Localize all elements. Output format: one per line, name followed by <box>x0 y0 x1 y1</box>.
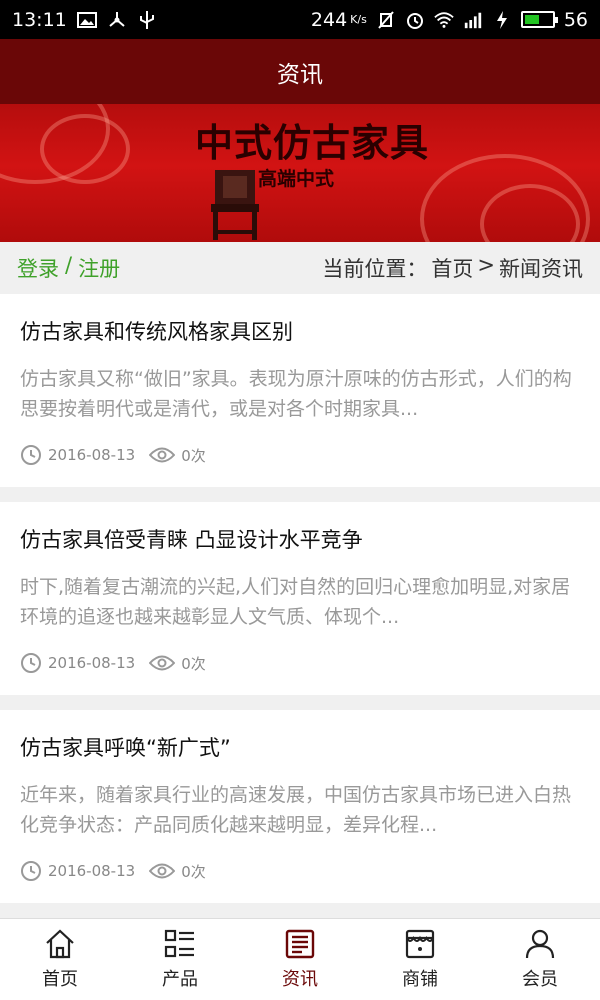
banner-image[interactable]: 中式仿古家具 高端中式 <box>0 104 600 242</box>
breadcrumb-separator: > <box>477 253 495 277</box>
clock-icon <box>21 861 41 881</box>
usb-icon <box>137 10 157 30</box>
page-title: 资讯 <box>277 61 323 88</box>
breadcrumb-prefix: 当前位置： <box>322 257 428 281</box>
login-link[interactable]: 登录 <box>17 253 59 283</box>
vibrate-off-icon <box>376 10 396 30</box>
clock-icon <box>21 653 41 673</box>
chair-icon <box>211 170 259 240</box>
product-list-icon <box>164 929 194 957</box>
article-title[interactable]: 仿古家具呼唤“新广式” <box>20 732 231 762</box>
login-register: 登录 / 注册 <box>17 253 120 283</box>
member-icon <box>525 929 555 958</box>
status-time: 13:11 <box>12 8 67 31</box>
article-excerpt: 仿古家具又称“做旧”家具。表现为原汁原味的仿古形式，人们的构思要按着明代或是清代… <box>20 368 572 420</box>
article-title[interactable]: 仿古家具倍受青睐 凸显设计水平竞争 <box>20 524 363 554</box>
tab-label: 资讯 <box>282 968 318 990</box>
banner-subtitle: 高端中式 <box>258 168 335 190</box>
login-separator: / <box>65 253 73 277</box>
article-date: 2016-08-13 <box>48 654 136 672</box>
article-card[interactable]: 仿古家具呼唤“新广式” 近年来，随着家具行业的高速发展，中国仿古家具市场已进入白… <box>0 710 600 903</box>
app-header: 资讯 <box>0 39 600 104</box>
tab-home[interactable]: 首页 <box>0 919 120 1000</box>
tab-shop[interactable]: 商铺 <box>360 919 480 1000</box>
article-date: 2016-08-13 <box>48 862 136 880</box>
article-card[interactable]: 仿古家具和传统风格家具区别 仿古家具又称“做旧”家具。表现为原汁原味的仿古形式，… <box>0 294 600 487</box>
cloud-decoration <box>40 114 130 184</box>
article-views: 0次 <box>181 446 206 465</box>
tab-label: 会员 <box>522 968 558 990</box>
article-excerpt: 近年来，随着家具行业的高速发展，中国仿古家具市场已进入白热化竞争状态：产品同质化… <box>20 784 572 836</box>
breadcrumb-home[interactable]: 首页 <box>431 253 473 283</box>
eye-icon <box>149 863 176 879</box>
status-bar: 13:11 244 K/s 56 <box>0 0 600 39</box>
alarm-icon <box>405 10 425 30</box>
shop-icon <box>405 929 435 958</box>
net-speed-unit: K/s <box>350 12 367 26</box>
tab-member[interactable]: 会员 <box>480 919 600 1000</box>
register-link[interactable]: 注册 <box>78 253 120 283</box>
charging-icon <box>492 10 512 30</box>
nav-row: 登录 / 注册 当前位置： 首页 > 新闻资讯 <box>0 242 600 294</box>
battery-icon <box>520 11 558 28</box>
article-meta: 2016-08-13 0次 <box>20 860 206 882</box>
breadcrumb: 当前位置： 首页 > 新闻资讯 <box>322 253 583 283</box>
wifi-icon <box>434 10 454 30</box>
article-views: 0次 <box>181 654 206 673</box>
clock-icon <box>21 445 41 465</box>
article-meta: 2016-08-13 0次 <box>20 444 206 466</box>
news-icon <box>285 929 315 958</box>
breadcrumb-current: 新闻资讯 <box>499 257 583 281</box>
signal-icon <box>463 10 483 30</box>
article-views: 0次 <box>181 862 206 881</box>
eye-icon <box>149 655 176 671</box>
share-icon <box>107 10 127 30</box>
tab-product[interactable]: 产品 <box>120 919 240 1000</box>
image-icon <box>76 10 97 30</box>
article-card[interactable]: 仿古家具倍受青睐 凸显设计水平竞争 时下,随着复古潮流的兴起,人们对自然的回归心… <box>0 502 600 695</box>
banner-title: 中式仿古家具 <box>195 120 430 165</box>
tab-label: 首页 <box>42 968 78 990</box>
tab-label: 产品 <box>162 968 198 990</box>
article-date: 2016-08-13 <box>48 446 136 464</box>
article-meta: 2016-08-13 0次 <box>20 652 206 674</box>
home-icon <box>46 929 74 958</box>
tab-news[interactable]: 资讯 <box>240 919 360 1000</box>
bottom-tab-bar: 首页 产品 资讯 商铺 会员 <box>0 918 600 1000</box>
article-excerpt: 时下,随着复古潮流的兴起,人们对自然的回归心理愈加明显,对家居环境的追逐也越来越… <box>20 576 571 628</box>
article-list: 仿古家具和传统风格家具区别 仿古家具又称“做旧”家具。表现为原汁原味的仿古形式，… <box>0 294 600 918</box>
tab-label: 商铺 <box>402 968 438 990</box>
eye-icon <box>149 447 176 463</box>
battery-percent: 56 <box>563 8 588 31</box>
article-title[interactable]: 仿古家具和传统风格家具区别 <box>20 316 293 346</box>
net-speed: 244 <box>310 8 348 31</box>
